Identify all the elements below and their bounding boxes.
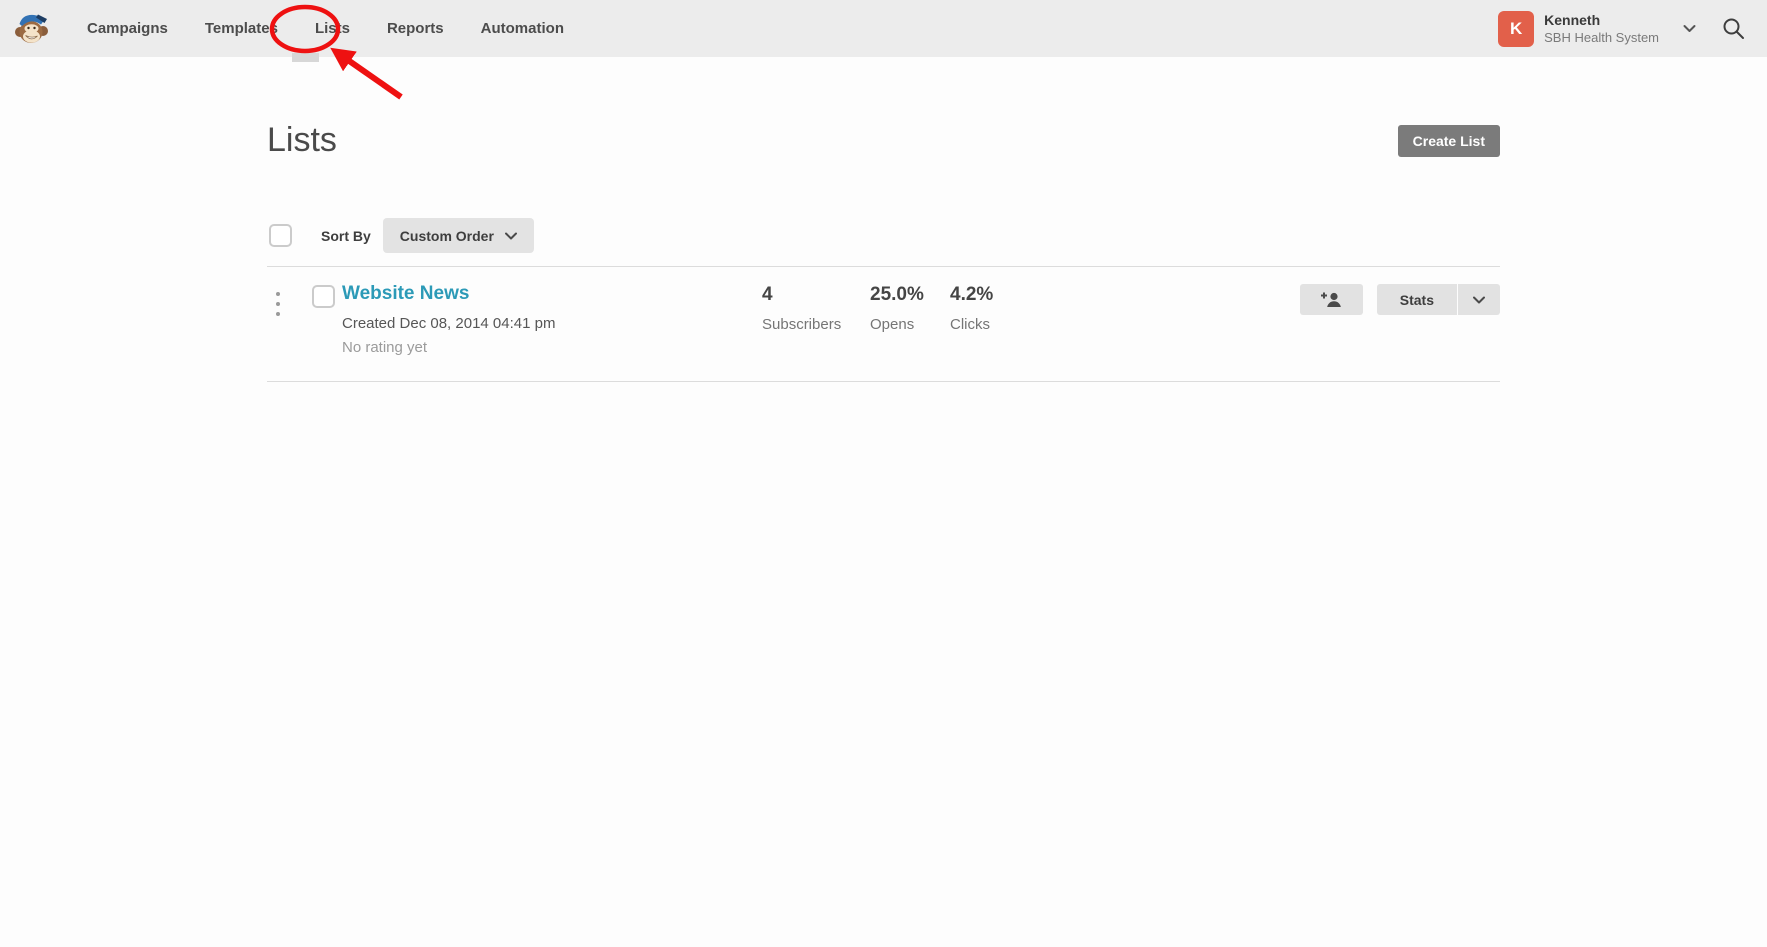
list-name-link[interactable]: Website News <box>342 283 469 304</box>
main-nav: Campaigns Templates Lists Reports Automa… <box>87 20 564 37</box>
nav-item-automation[interactable]: Automation <box>481 20 564 37</box>
account-name: Kenneth <box>1544 11 1659 29</box>
drag-handle-icon[interactable] <box>274 290 282 318</box>
subscribers-value: 4 <box>762 284 841 306</box>
subscribers-label: Subscribers <box>762 316 841 333</box>
stat-clicks: 4.2% Clicks <box>950 284 993 333</box>
select-all-checkbox[interactable] <box>269 224 292 247</box>
sort-by-label: Sort By <box>321 228 371 244</box>
opens-label: Opens <box>870 316 924 333</box>
list-info: Website News Created Dec 08, 2014 04:41 … <box>342 283 555 356</box>
chevron-down-icon <box>1473 296 1485 304</box>
nav-item-templates[interactable]: Templates <box>205 20 278 37</box>
avatar[interactable]: K <box>1498 11 1534 47</box>
sort-order-dropdown[interactable]: Custom Order <box>383 218 534 253</box>
add-subscriber-button[interactable] <box>1300 284 1363 315</box>
stats-button[interactable]: Stats <box>1377 284 1458 315</box>
chevron-down-icon <box>505 232 517 240</box>
lists-page: Lists Create List Sort By Custom Order W… <box>267 57 1500 382</box>
row-actions: Stats <box>1300 284 1500 315</box>
list-created-date: Created Dec 08, 2014 04:41 pm <box>342 315 555 332</box>
sort-toolbar: Sort By Custom Order <box>267 218 1500 253</box>
clicks-label: Clicks <box>950 316 993 333</box>
account-org: SBH Health System <box>1544 29 1659 47</box>
account-text: Kenneth SBH Health System <box>1544 11 1659 47</box>
page-title: Lists <box>267 121 337 160</box>
create-list-button[interactable]: Create List <box>1398 125 1500 157</box>
mailchimp-freddie-logo[interactable] <box>13 9 49 49</box>
stat-opens: 25.0% Opens <box>870 284 924 333</box>
clicks-value: 4.2% <box>950 284 993 306</box>
list-rating: No rating yet <box>342 339 555 356</box>
add-subscriber-icon <box>1320 291 1342 308</box>
opens-value: 25.0% <box>870 284 924 306</box>
account-menu[interactable]: K Kenneth SBH Health System <box>1498 11 1696 47</box>
chevron-down-icon[interactable] <box>1683 24 1696 33</box>
top-nav-bar: Campaigns Templates Lists Reports Automa… <box>0 0 1767 57</box>
page-header: Lists Create List <box>267 57 1500 160</box>
sort-order-value: Custom Order <box>400 228 494 244</box>
nav-item-lists[interactable]: Lists <box>315 20 350 37</box>
stat-subscribers: 4 Subscribers <box>762 284 841 333</box>
lists-tab-indicator <box>292 53 319 62</box>
stats-dropdown-button[interactable] <box>1458 284 1500 315</box>
nav-item-campaigns[interactable]: Campaigns <box>87 20 168 37</box>
search-icon[interactable] <box>1722 17 1745 40</box>
nav-item-reports[interactable]: Reports <box>387 20 444 37</box>
list-row: Website News Created Dec 08, 2014 04:41 … <box>267 267 1500 382</box>
list-row-checkbox[interactable] <box>312 285 335 308</box>
stats-split-button: Stats <box>1377 284 1500 315</box>
